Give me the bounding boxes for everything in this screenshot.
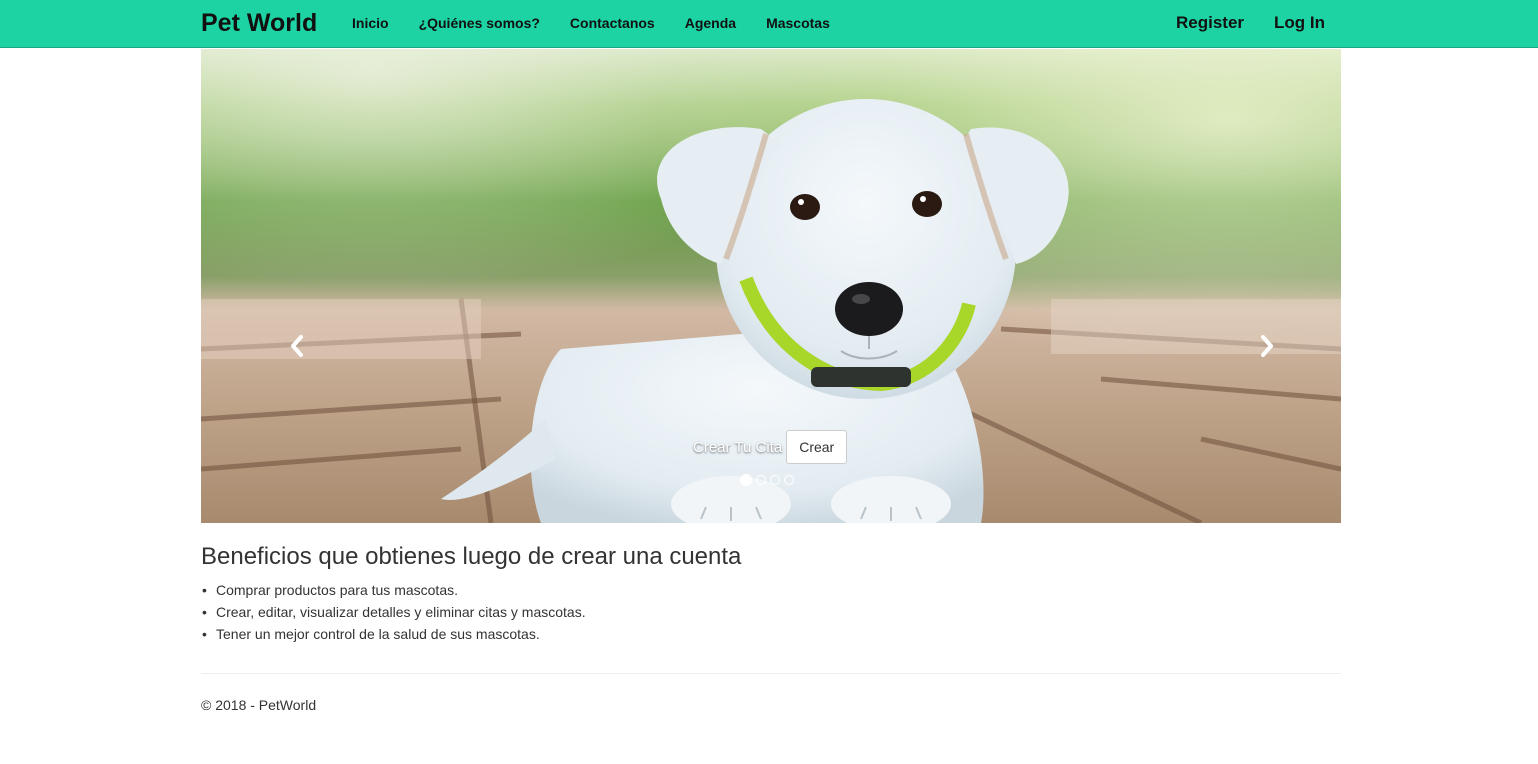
footer-divider <box>201 673 1341 674</box>
chevron-left-icon <box>291 335 303 357</box>
nav-link-contactanos[interactable]: Contactanos <box>570 14 655 32</box>
nav-links: Inicio ¿Quiénes somos? Contactanos Agend… <box>352 14 830 32</box>
carousel-indicator-2[interactable] <box>756 475 766 485</box>
benefits-section: Beneficios que obtienes luego de crear u… <box>201 541 1341 645</box>
nav-link-mascotas[interactable]: Mascotas <box>766 14 830 32</box>
carousel-indicator-4[interactable] <box>784 475 794 485</box>
benefits-heading: Beneficios que obtienes luego de crear u… <box>201 543 742 570</box>
copyright-text: © 2018 - PetWorld <box>201 697 317 713</box>
nav-link-inicio[interactable]: Inicio <box>352 14 389 32</box>
carousel-indicator-1[interactable] <box>740 474 752 486</box>
benefits-list: • Comprar productos para tus mascotas. • C… <box>201 579 1341 645</box>
navbar: Pet World Inicio ¿Quiénes somos? Contact… <box>0 0 1538 48</box>
benefit-text: Comprar productos para tus mascotas. <box>216 582 458 598</box>
nav-link-quienes-somos[interactable]: ¿Quiénes somos? <box>419 14 540 32</box>
benefit-item: • Crear, editar, visualizar detalles y el… <box>201 601 1341 623</box>
nav-link-agenda[interactable]: Agenda <box>685 14 736 32</box>
benefit-text: Crear, editar, visualizar detalles y eli… <box>216 604 586 620</box>
carousel-indicator-3[interactable] <box>770 475 780 485</box>
footer: © 2018 - PetWorld <box>201 697 316 713</box>
register-link[interactable]: Register <box>1176 13 1244 33</box>
navbar-container: Pet World Inicio ¿Quiénes somos? Contact… <box>201 0 1340 47</box>
benefit-text: Tener un mejor control de la salud de su… <box>216 626 540 642</box>
benefit-item: • Comprar productos para tus mascotas. <box>201 579 1341 601</box>
bullet-icon: • <box>202 604 207 620</box>
hero-carousel: Crear Tu Cita Crear <box>201 49 1341 523</box>
carousel-next-control[interactable] <box>1252 329 1282 363</box>
caption-text: Crear Tu Cita <box>693 438 783 456</box>
nav-auth-links: Register Log In <box>1176 13 1325 33</box>
bullet-icon: • <box>202 582 207 598</box>
carousel-indicators <box>740 474 794 486</box>
brand-link[interactable]: Pet World <box>201 8 317 38</box>
login-link[interactable]: Log In <box>1274 13 1325 33</box>
crear-cita-button[interactable]: Crear <box>786 430 848 464</box>
carousel-prev-control[interactable] <box>282 329 312 363</box>
bullet-icon: • <box>202 626 207 642</box>
carousel-caption: Crear Tu Cita Crear <box>693 430 848 464</box>
chevron-right-icon <box>1261 335 1273 357</box>
benefit-item: • Tener un mejor control de la salud de s… <box>201 623 1341 645</box>
